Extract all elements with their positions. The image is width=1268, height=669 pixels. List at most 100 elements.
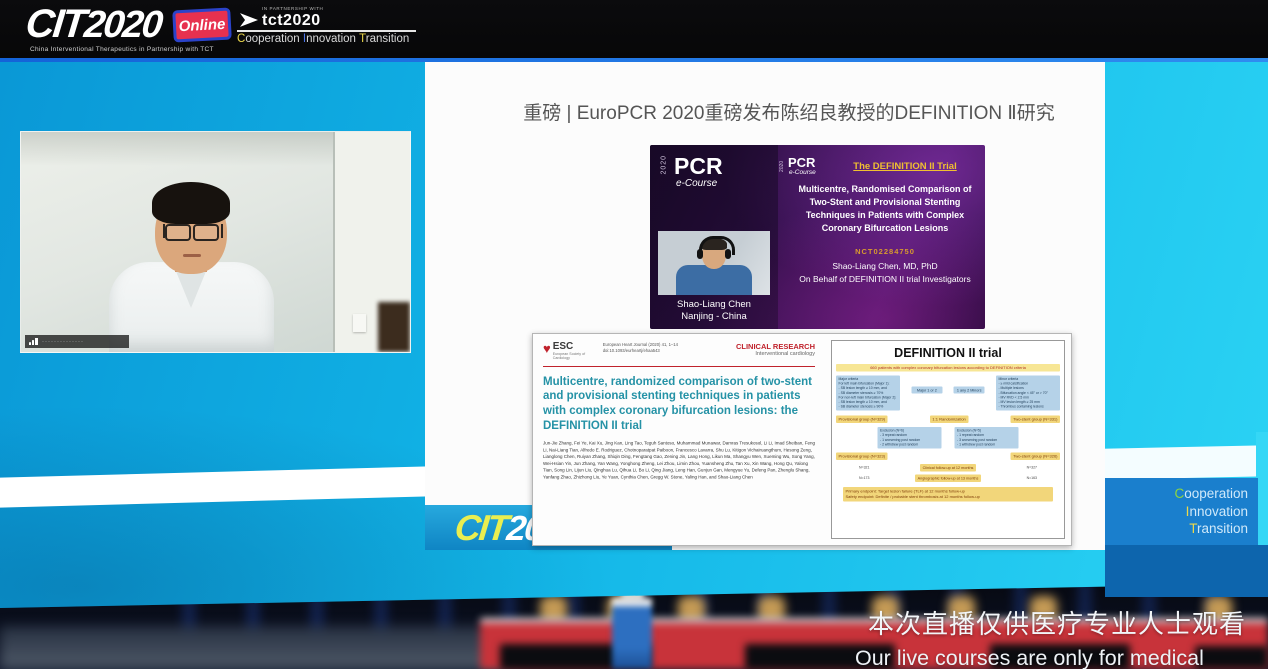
presentation-slide: 重磅 | EuroPCR 2020重磅发布陈绍良教授的DEFINITION Ⅱ研… <box>425 62 1105 550</box>
cit-logo-year: 2020 <box>82 4 163 46</box>
journal-info-block: European Heart Journal (2020) 41, 1–14 d… <box>603 342 678 354</box>
fc-two-stent-group2: Two-stent group (N=326) <box>1011 452 1060 460</box>
fc-exclusion-left: Exclusion (N=6) - 3 repeat random - 1 wo… <box>878 427 942 448</box>
esc-logo-text: ESC <box>553 342 597 352</box>
paper-header-row: ♥ ESC European Society of Cardiology Eur… <box>543 342 815 361</box>
fc-criteria-row: Major criteria For left main bifurcation… <box>836 376 1060 411</box>
livestream-frame: CIT2020 China Interventional Therapeutic… <box>0 0 1268 669</box>
pcr-ecourse-slide: 2020 PCR e-Course Shao-Liang Chen Nanjin… <box>650 145 985 329</box>
pcr-trial-title: Multicentre, Randomised Comparison of Tw… <box>792 183 978 235</box>
pcr-speaker-body <box>676 265 752 295</box>
fc-exclusion-right: Exclusion (N=5) - 1 repeat random - 3 wo… <box>955 427 1019 448</box>
right-dark-blue-block <box>1105 545 1268 597</box>
stage-floor <box>0 626 520 669</box>
presenter-glasses-lens-right <box>193 224 219 241</box>
signal-badge-text: ·············· <box>42 339 84 345</box>
fc-exclusion-row: Exclusion (N=6) - 3 repeat random - 1 wo… <box>836 427 1060 448</box>
fc-randomization: 1:1 Randomization <box>930 416 968 424</box>
flowchart-body-wrap: 660 patients with complex coronary bifur… <box>832 364 1064 532</box>
fc-angio-row: N=173 Angiographic follow-up at 13 month… <box>836 474 1060 482</box>
webcam-signal-badge: ·············· <box>25 335 129 348</box>
webcam-dark-corner <box>378 302 410 352</box>
fc-clinical-n-right: N=327 <box>1027 466 1037 470</box>
backdrop-stripe-right <box>1103 445 1268 479</box>
fc-provisional-group2: Provisional group (N=323) <box>836 452 888 460</box>
esc-logo-sub: European Society of Cardiology <box>553 352 597 361</box>
cit-logo-subtitle: China Interventional Therapeutics in Par… <box>30 46 214 53</box>
paper-authors-wrap: Jun-Jie Zhang, Fei Ye, Kai Xu, Jing Kan,… <box>543 440 815 532</box>
fc-angio-n-right: N=163 <box>1027 476 1037 480</box>
tct-logo-icon <box>240 11 258 29</box>
online-badge-label: Online <box>178 15 225 34</box>
stage-podium <box>612 598 652 669</box>
fc-provisional-group: Provisional group (N=329) <box>836 416 888 424</box>
fc-groups2-row: Provisional group (N=323) Two-stent grou… <box>836 452 1060 460</box>
pcr-speaker-earcup <box>697 249 703 259</box>
partnership-label: IN PARTNERSHIP WITH <box>262 6 323 11</box>
header-bar: CIT2020 China Interventional Therapeutic… <box>0 0 1268 58</box>
fc-random-row: Provisional group (N=329) 1:1 Randomizat… <box>836 416 1060 424</box>
pcr-logo2-year: 2020 <box>779 156 785 172</box>
presenter-mouth <box>183 254 201 257</box>
presenter-glasses-lens-left <box>165 224 191 241</box>
paper-category: CLINICAL RESEARCH <box>736 342 815 351</box>
pcr-speaker-earcup2 <box>725 249 731 259</box>
pcr-logo2-course: e-Course <box>789 169 816 176</box>
fc-clinical-row: N=321 Clinical follow-up at 12 months N=… <box>836 464 1060 472</box>
webcam-light-switch <box>353 314 366 332</box>
journal-paper: ♥ ESC European Society of Cardiology Eur… <box>532 333 1072 546</box>
online-badge: Online <box>172 8 232 43</box>
pcr-logo: PCR <box>674 153 723 180</box>
viewer-notice-cn: 本次直播仅供医疗专业人士观看 <box>868 604 1246 641</box>
right-tagline-block: Cooperation Innovation Transition <box>1105 478 1258 545</box>
pcr-logo-year: 2020 <box>661 151 668 175</box>
fc-major-criteria: Major criteria For left main bifurcation… <box>836 376 900 411</box>
right-tagline-transition: Transition <box>1189 520 1248 538</box>
tagline-word-cooperation: Cooperation <box>237 33 300 45</box>
journal-doi: doi:10.1093/eurheartj/ehaa543 <box>603 348 678 354</box>
pcr-logo-course: e-Course <box>676 178 717 189</box>
slide-footer-cit: CIT <box>453 507 509 548</box>
pcr-trial-heading: The DEFINITION II Trial <box>835 161 975 172</box>
presenter-webcam: ·············· <box>20 131 411 353</box>
fc-major-box: Major 1 or 2 <box>911 387 942 394</box>
flowchart-body: 660 patients with complex coronary bifur… <box>832 364 1064 502</box>
fc-angio-n-left: N=173 <box>859 476 869 480</box>
paper-subcategory: Interventional cardiology <box>736 351 815 357</box>
pcr-speaker-location: Nanjing - China <box>650 311 778 322</box>
tagline-word-transition: Transition <box>359 33 409 45</box>
pcr-speaker-name: Shao-Liang Chen <box>650 299 778 310</box>
tagline-word-innovation: Innovation <box>303 33 356 45</box>
presenter-hair <box>152 182 230 224</box>
tagline-overline <box>237 30 416 32</box>
right-tagline-cooperation: Cooperation <box>1174 485 1248 503</box>
paper-rule <box>543 366 815 367</box>
paper-title: Multicentre, randomized comparison of tw… <box>543 375 815 434</box>
fc-angio-followup: Angiographic follow-up at 13 months <box>915 474 981 482</box>
pcr-speaker-thumb <box>658 231 770 295</box>
fc-clinical-n-left: N=321 <box>859 466 869 470</box>
paper-left-page: ♥ ESC European Society of Cardiology Eur… <box>533 334 825 545</box>
cit-logo-text: CIT <box>24 2 87 46</box>
flowchart-panel: DEFINITION II trial 660 patients with co… <box>831 340 1065 539</box>
pcr-logo2: PCR <box>788 155 815 170</box>
paper-authors: Jun-Jie Zhang, Fei Ye, Kai Xu, Jing Kan,… <box>543 440 815 481</box>
journal-citation: European Heart Journal (2020) 41, 1–14 <box>603 342 678 348</box>
signal-bars-icon <box>29 338 38 345</box>
fc-minor-criteria: Minor criteria - ≥ mild calcification - … <box>996 376 1060 411</box>
fc-endpoints: Primary endpoint: Target lesion failure … <box>843 487 1053 502</box>
flowchart-title: DEFINITION II trial <box>832 346 1064 360</box>
slide-title: 重磅 | EuroPCR 2020重磅发布陈绍良教授的DEFINITION Ⅱ研… <box>425 98 1105 125</box>
header-tagline: Cooperation Innovation Transition <box>237 33 417 45</box>
fc-endpoint-safety: Safety endpoint: Definite / probable ste… <box>846 494 1051 500</box>
paper-category-block: CLINICAL RESEARCH Interventional cardiol… <box>736 342 815 357</box>
fc-minor-box: 1 any 2 Minors <box>954 387 985 394</box>
cit2020-logo: CIT2020 <box>24 2 164 47</box>
pcr-on-behalf: On Behalf of DEFINITION II trial Investi… <box>792 274 978 284</box>
fc-clinical-followup: Clinical follow-up at 12 months <box>920 464 976 472</box>
pcr-presenter: Shao-Liang Chen, MD, PhD <box>792 261 978 271</box>
esc-logo-block: ESC European Society of Cardiology <box>553 342 597 361</box>
viewer-notice-en: Our live courses are only for medical pr… <box>855 646 1268 669</box>
pcr-nct: NCT02284750 <box>792 247 978 256</box>
fc-intro: 660 patients with complex coronary bifur… <box>836 364 1060 372</box>
